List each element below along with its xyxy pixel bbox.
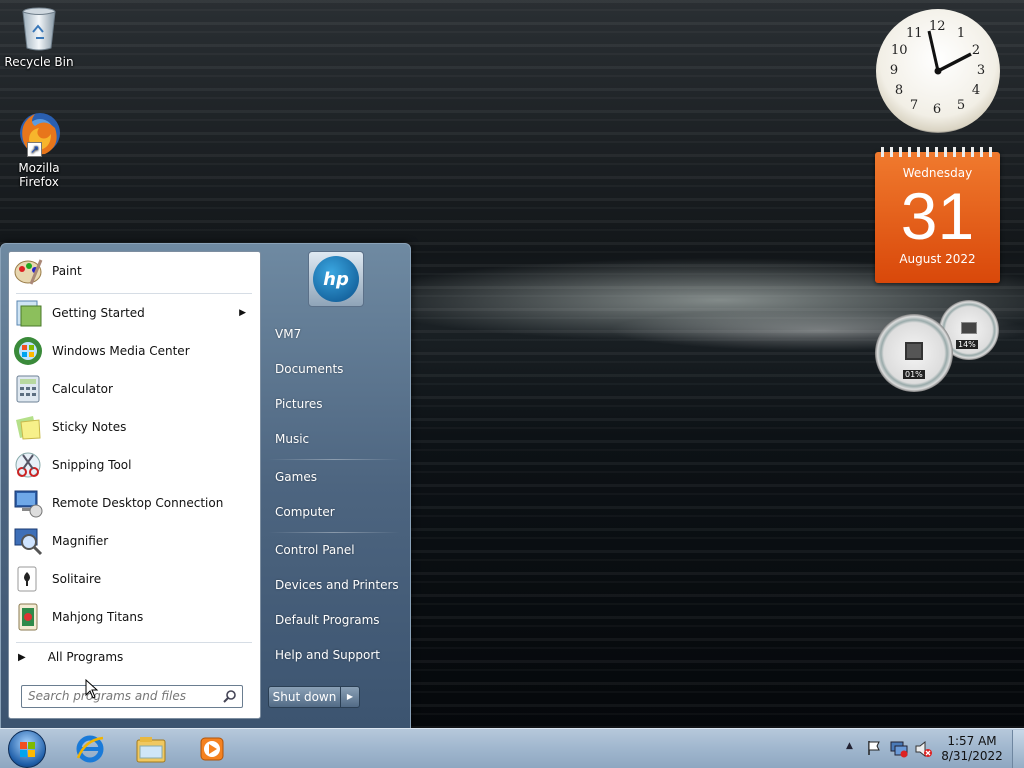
media-player-icon	[200, 737, 224, 761]
right-item-help-support[interactable]: Help and Support	[275, 648, 380, 662]
right-item-user[interactable]: VM7	[275, 327, 301, 341]
network-icon[interactable]	[890, 740, 908, 761]
internet-explorer-icon	[76, 735, 104, 763]
program-item-calculator[interactable]: Calculator	[12, 371, 256, 407]
all-programs-arrow-icon: ▶	[18, 651, 26, 663]
getting-started-icon	[12, 297, 44, 329]
program-item-remote-desktop[interactable]: Remote Desktop Connection	[12, 485, 256, 521]
clock-time: 1:57 AM	[947, 734, 997, 748]
program-label: Solitaire	[52, 572, 102, 586]
program-label: Calculator	[52, 382, 113, 396]
notification-area: ▲ 1:57 AM 8/31/2022	[842, 729, 1012, 768]
program-item-media-center[interactable]: Windows Media Center	[12, 333, 256, 369]
shutdown-button[interactable]: Shut down	[269, 687, 341, 707]
recycle-bin-label: Recycle Bin	[4, 55, 74, 69]
program-label: Getting Started	[52, 306, 145, 320]
hp-logo-text: hp	[323, 268, 349, 290]
calendar-day: 31	[900, 179, 975, 253]
shutdown-button-group: Shut down ▶	[268, 686, 360, 708]
firefox-label-line2: Firefox	[19, 175, 59, 189]
program-label: Magnifier	[52, 534, 109, 548]
system-clock[interactable]: 1:57 AM 8/31/2022	[940, 734, 1004, 764]
desktop-icon-recycle-bin[interactable]: Recycle Bin	[1, 6, 77, 69]
right-item-pictures[interactable]: Pictures	[275, 397, 323, 411]
program-item-getting-started[interactable]: Getting Started ▶	[12, 295, 256, 331]
taskbar-media-player[interactable]	[192, 732, 232, 766]
desktop-icon-firefox[interactable]: ↗ Mozilla Firefox	[1, 110, 77, 189]
cpu-chip-icon	[905, 342, 923, 360]
solitaire-icon	[12, 563, 44, 595]
action-center-flag-icon[interactable]	[866, 740, 882, 759]
search-placeholder: Search programs and files	[28, 689, 186, 703]
divider	[268, 532, 400, 533]
windows-orb-icon	[8, 730, 46, 768]
all-programs-label: All Programs	[47, 650, 124, 664]
calculator-icon	[12, 373, 44, 405]
firefox-label-line1: Mozilla	[18, 161, 60, 175]
program-label: Remote Desktop Connection	[52, 496, 224, 510]
divider	[16, 293, 252, 294]
program-label: Paint	[52, 264, 82, 278]
program-label: Snipping Tool	[52, 458, 132, 472]
all-programs[interactable]: ▶ All Programs	[12, 643, 256, 671]
taskbar: ▲ 1:57 AM 8/31/2022	[0, 728, 1024, 768]
mouse-cursor-icon	[85, 678, 99, 702]
program-item-mahjong[interactable]: Mahjong Titans	[12, 599, 256, 635]
calendar-gadget[interactable]: Wednesday 31 August 2022	[875, 147, 1000, 283]
user-picture[interactable]: hp	[308, 251, 364, 307]
clock-date: 8/31/2022	[941, 749, 1003, 763]
right-item-devices-printers[interactable]: Devices and Printers	[275, 578, 399, 592]
calendar-rings	[881, 147, 994, 157]
mahjong-icon	[12, 601, 44, 633]
program-item-solitaire[interactable]: Solitaire	[12, 561, 256, 597]
windows-explorer-icon	[136, 737, 166, 763]
right-item-documents[interactable]: Documents	[275, 362, 343, 376]
cpu-meter: 01%	[875, 314, 953, 392]
program-item-snipping-tool[interactable]: Snipping Tool	[12, 447, 256, 483]
program-label: Windows Media Center	[52, 344, 190, 358]
divider	[268, 459, 400, 460]
show-desktop-button[interactable]	[1012, 730, 1024, 768]
hp-logo-icon: hp	[313, 256, 359, 302]
search-input[interactable]: Search programs and files	[21, 685, 243, 708]
memory-chip-icon	[961, 322, 977, 334]
right-item-default-programs[interactable]: Default Programs	[275, 613, 380, 627]
program-item-paint[interactable]: Paint	[12, 253, 256, 289]
remote-desktop-icon	[12, 487, 44, 519]
program-label: Sticky Notes	[52, 420, 127, 434]
program-label: Mahjong Titans	[52, 610, 144, 624]
shortcut-arrow-icon: ↗	[27, 142, 42, 157]
snipping-tool-icon	[12, 449, 44, 481]
right-item-music[interactable]: Music	[275, 432, 309, 446]
right-item-computer[interactable]: Computer	[275, 505, 335, 519]
right-item-control-panel[interactable]: Control Panel	[275, 543, 355, 557]
calendar-month-year: August 2022	[899, 252, 976, 266]
shutdown-options-arrow-icon[interactable]: ▶	[341, 687, 359, 707]
show-hidden-icons-chevron-icon[interactable]: ▲	[846, 741, 853, 751]
program-item-magnifier[interactable]: Magnifier	[12, 523, 256, 559]
paint-icon	[12, 255, 44, 287]
volume-muted-icon[interactable]	[914, 740, 932, 761]
search-icon[interactable]	[223, 689, 237, 706]
cpu-meter-gadget[interactable]: 14% 01%	[873, 298, 1001, 394]
media-center-icon	[12, 335, 44, 367]
memory-percent: 14%	[956, 340, 978, 349]
start-button[interactable]	[6, 729, 48, 768]
firefox-icon: ↗	[15, 110, 63, 158]
calendar-weekday: Wednesday	[902, 166, 973, 180]
submenu-arrow-icon: ▶	[239, 308, 246, 318]
clock-hands	[927, 30, 972, 75]
taskbar-windows-explorer[interactable]	[131, 732, 171, 766]
right-item-games[interactable]: Games	[275, 470, 317, 484]
magnifier-icon	[12, 525, 44, 557]
recycle-bin-icon	[20, 6, 58, 52]
clock-gadget[interactable]: 12 1 2 3 4 5 6 7 8 9 10 11	[876, 9, 1000, 133]
taskbar-internet-explorer[interactable]	[70, 732, 110, 766]
sticky-notes-icon	[12, 411, 44, 443]
program-item-sticky-notes[interactable]: Sticky Notes	[12, 409, 256, 445]
cpu-percent: 01%	[903, 370, 925, 379]
